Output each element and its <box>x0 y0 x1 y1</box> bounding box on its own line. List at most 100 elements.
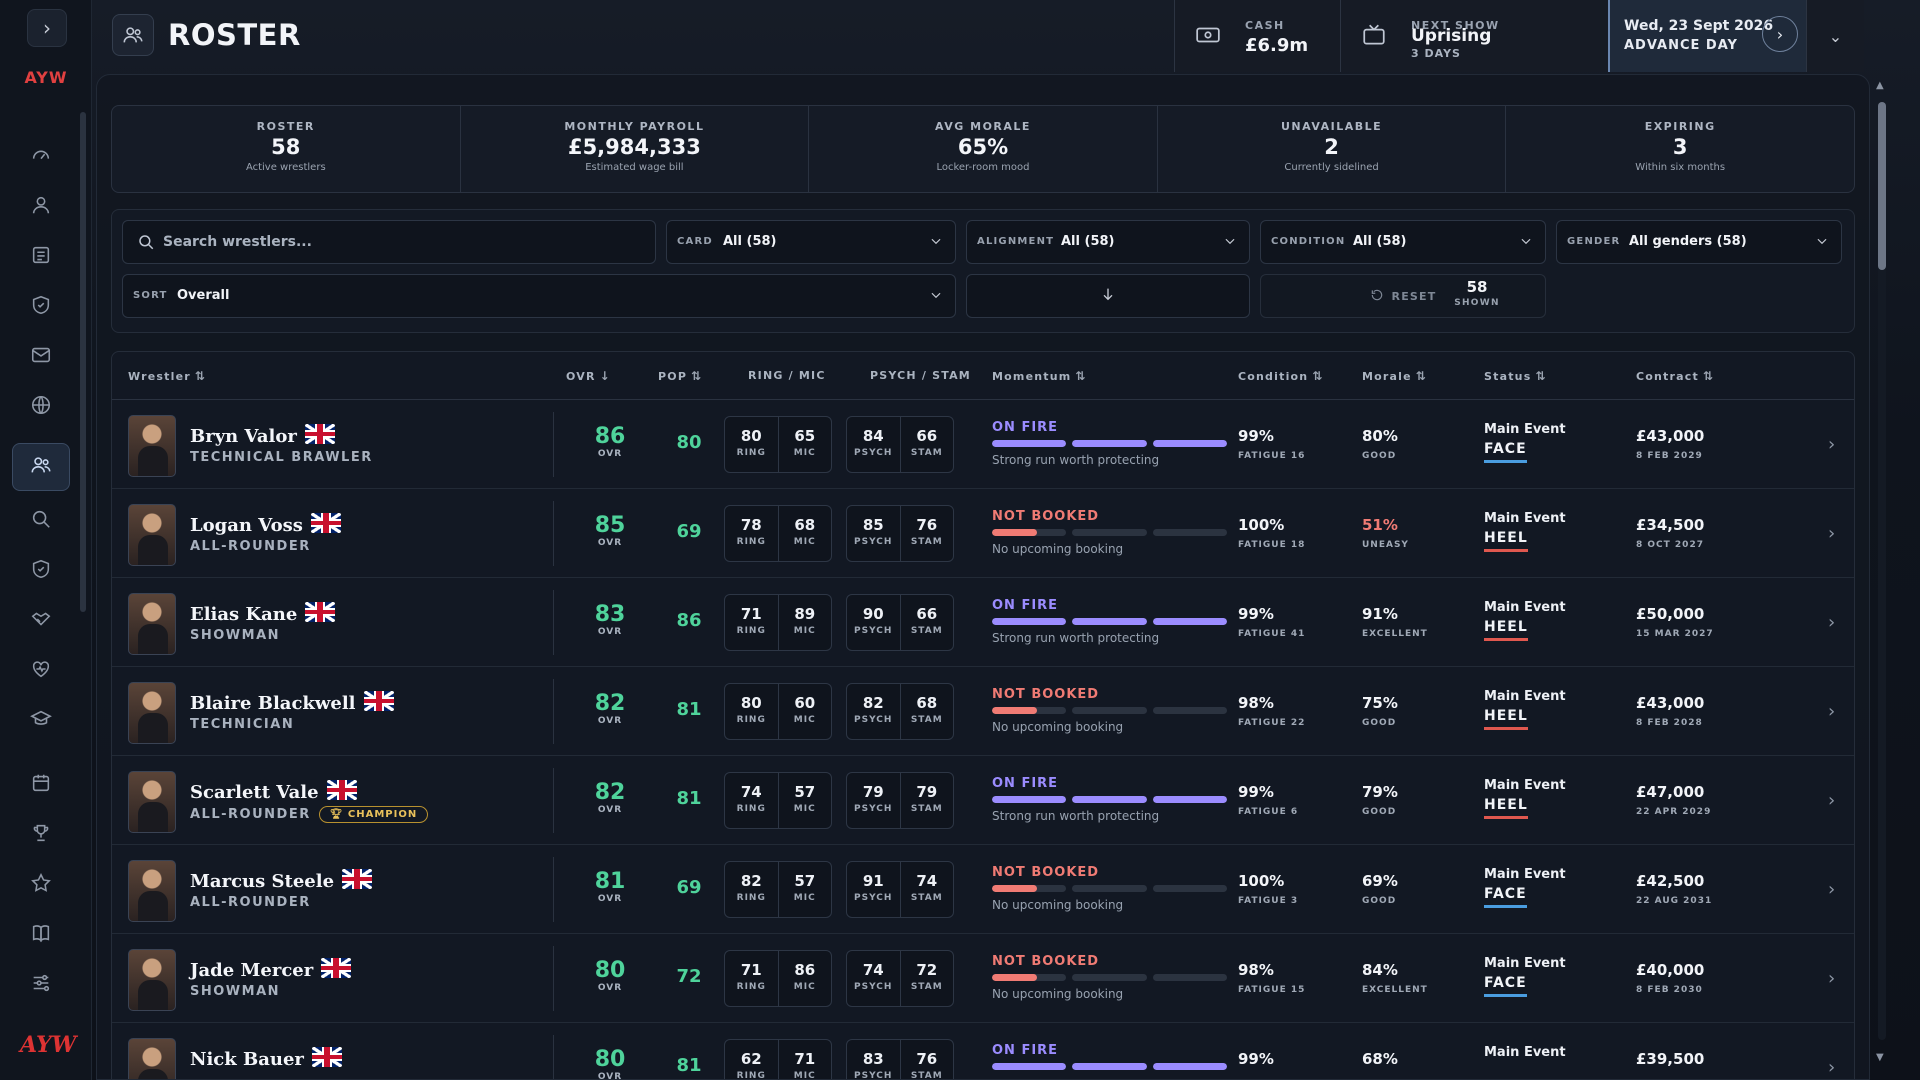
wrestler-name-cell[interactable]: Jade Mercer <box>190 958 352 981</box>
mic-stat: 68 MIC <box>779 506 832 561</box>
sidebar-item-medical[interactable] <box>20 650 62 692</box>
column-status[interactable]: Status ⇅ <box>1484 369 1547 383</box>
sidebar-scrollbar[interactable] <box>80 112 86 612</box>
wrestler-name-cell[interactable]: Logan Voss <box>190 513 341 536</box>
status-cell: Main Event HEEL <box>1484 689 1604 730</box>
table-row[interactable]: Bryn Valor TECHNICAL BRAWLER 86 OVR 80 80 RING… <box>112 400 1854 489</box>
column-momentum[interactable]: Momentum ⇅ <box>992 369 1087 383</box>
advance-day-button[interactable]: › <box>1762 16 1798 52</box>
row-chevron-right-icon[interactable]: › <box>1828 790 1835 811</box>
alignment-filter-dropdown[interactable]: ALIGNMENT All (58) <box>966 220 1250 264</box>
sidebar-item-trophy[interactable] <box>20 814 62 856</box>
contract-cell: £39,500 <box>1636 1050 1766 1074</box>
condition-filter-value: All (58) <box>1353 234 1407 249</box>
morale-cell: 80% GOOD <box>1362 427 1452 461</box>
stam-value: 72 <box>916 961 938 979</box>
momentum-bar-fill <box>992 529 1037 536</box>
contract-value: £39,500 <box>1636 1050 1705 1068</box>
wrestler-name-cell[interactable]: Marcus Steele <box>190 869 373 892</box>
next-show-panel[interactable]: NEXT SHOW Uprising 3 DAYS <box>1340 0 1608 72</box>
table-row[interactable]: Blaire Blackwell TECHNICIAN 82 OVR 81 80 RING 6… <box>112 667 1854 756</box>
wrestler-style-cell: TECHNICIAN <box>190 717 294 732</box>
sidebar-item-star[interactable] <box>20 864 62 906</box>
sidebar-item-globe[interactable] <box>20 386 62 428</box>
momentum-bar-segment <box>1072 796 1147 803</box>
chevron-down-icon <box>929 233 943 247</box>
scrollbar-thumb[interactable] <box>1878 102 1886 270</box>
column-morale[interactable]: Morale ⇅ <box>1362 369 1427 383</box>
table-row[interactable]: Jade Mercer SHOWMAN 80 OVR 72 71 RING 86 MIC 74 PS… <box>112 934 1854 1023</box>
table-row[interactable]: Elias Kane SHOWMAN 83 OVR 86 71 RING 89 MIC 90 PSY… <box>112 578 1854 667</box>
contract-value: £43,000 <box>1636 427 1705 445</box>
wrestler-name-cell[interactable]: Scarlett Vale <box>190 780 357 803</box>
psych-stam-cell: 85 PSYCH 76 STAM <box>846 505 954 562</box>
ring-label: RING <box>736 715 766 725</box>
calendar-icon <box>30 772 52 798</box>
ovr-label: OVR <box>597 538 623 548</box>
column-divider <box>553 857 554 922</box>
table-row[interactable]: Nick Bauer 80 OVR 81 62 RING 71 MIC 83 PSYCH 76 STA… <box>112 1023 1854 1079</box>
scroll-up-icon[interactable]: ▲ <box>1876 80 1884 91</box>
morale-cell: 84% EXCELLENT <box>1362 961 1452 995</box>
wrestler-name-cell[interactable]: Nick Bauer <box>190 1047 342 1070</box>
card-filter-dropdown[interactable]: CARD All (58) <box>666 220 956 264</box>
momentum-bar-segment <box>992 796 1067 803</box>
sidebar-item-shield[interactable] <box>20 286 62 328</box>
column-ovr-label: OVR <box>566 370 596 383</box>
stat-card: EXPIRING 3 Within six months <box>1506 106 1854 192</box>
wrestler-name-cell[interactable]: Bryn Valor <box>190 424 335 447</box>
sort-dropdown[interactable]: SORT Overall <box>122 274 956 318</box>
row-chevron-right-icon[interactable]: › <box>1828 968 1835 989</box>
column-contract[interactable]: Contract ⇅ <box>1636 369 1714 383</box>
sidebar-item-calendar[interactable] <box>20 764 62 806</box>
momentum-meter <box>992 885 1227 892</box>
condition-filter-dropdown[interactable]: CONDITION All (58) <box>1260 220 1546 264</box>
row-chevron-right-icon[interactable]: › <box>1828 701 1835 722</box>
momentum-status: ON FIRE <box>992 420 1059 435</box>
column-ovr[interactable]: OVR ↓ <box>566 369 611 383</box>
row-chevron-right-icon[interactable]: › <box>1828 434 1835 455</box>
table-row[interactable]: Scarlett Vale ALL-ROUNDER 🏆︎ CHAMPION 82 OVR… <box>112 756 1854 845</box>
momentum-bar-segment <box>1152 1063 1227 1070</box>
sidebar-expand-button[interactable]: › <box>27 9 67 47</box>
row-chevron-right-icon[interactable]: › <box>1828 879 1835 900</box>
row-chevron-right-icon[interactable]: › <box>1828 523 1835 544</box>
sidebar-item-training[interactable] <box>20 700 62 742</box>
sort-direction-button[interactable] <box>966 274 1250 318</box>
column-condition[interactable]: Condition ⇅ <box>1238 369 1324 383</box>
column-pop[interactable]: POP ⇅ <box>658 369 702 383</box>
sidebar-item-dashboard[interactable] <box>20 136 62 178</box>
table-row[interactable]: Marcus Steele ALL-ROUNDER 81 OVR 69 82 RING 57 M… <box>112 845 1854 934</box>
page-scrollbar[interactable]: ▲ ▼ <box>1876 80 1886 1070</box>
row-chevron-right-icon[interactable]: › <box>1828 612 1835 633</box>
gender-filter-dropdown[interactable]: GENDER All genders (58) <box>1556 220 1842 264</box>
scroll-down-icon[interactable]: ▼ <box>1876 1052 1884 1063</box>
contract-cell: £43,000 8 FEB 2029 <box>1636 427 1766 461</box>
column-wrestler[interactable]: Wrestler ⇅ <box>128 369 206 383</box>
mic-stat: 60 MIC <box>779 684 832 739</box>
search-field[interactable] <box>122 220 656 264</box>
wrestler-name-cell[interactable]: Blaire Blackwell <box>190 691 394 714</box>
search-input[interactable] <box>163 221 643 263</box>
wrestler-name: Elias Kane <box>190 604 298 625</box>
table-row[interactable]: Logan Voss ALL-ROUNDER 85 OVR 69 78 RING 68 MIC 8… <box>112 489 1854 578</box>
mic-stat: 57 MIC <box>779 862 832 917</box>
stat-card: MONTHLY PAYROLL £5,984,333 Estimated wage … <box>461 106 810 192</box>
sidebar-item-mail[interactable] <box>20 336 62 378</box>
momentum-meter <box>992 440 1227 447</box>
sidebar-item-handshake[interactable] <box>20 600 62 642</box>
row-chevron-right-icon[interactable]: › <box>1828 1057 1835 1078</box>
header-menu-dropdown[interactable]: ⌄ <box>1806 0 1864 72</box>
sidebar-item-search[interactable] <box>20 500 62 542</box>
sidebar-item-roster[interactable] <box>12 443 70 491</box>
sidebar-item-book[interactable] <box>20 914 62 956</box>
wrestler-name-cell[interactable]: Elias Kane <box>190 602 336 625</box>
sidebar-item-security[interactable] <box>20 550 62 592</box>
mic-value: 86 <box>794 961 816 979</box>
sidebar-item-news[interactable] <box>20 236 62 278</box>
sidebar-item-settings-sliders[interactable] <box>20 964 62 1006</box>
advance-day-panel[interactable]: Wed, 23 Sept 2026 ADVANCE DAY › <box>1608 0 1806 72</box>
contract-cell: £34,500 8 OCT 2027 <box>1636 516 1766 550</box>
ovr-label: OVR <box>597 805 623 815</box>
sidebar-item-profile[interactable] <box>20 186 62 228</box>
